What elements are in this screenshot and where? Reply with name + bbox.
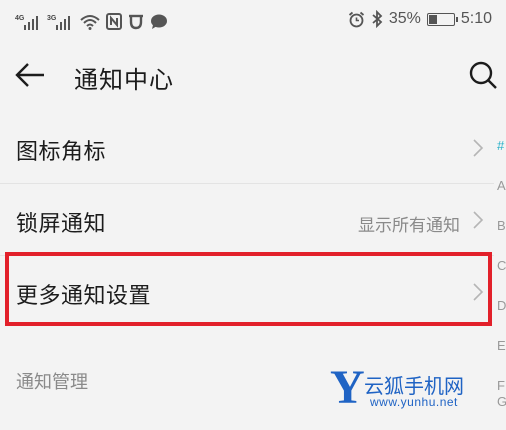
index-letter[interactable]: B	[497, 218, 506, 233]
sim2-network-tag: 3G	[47, 15, 57, 22]
highlight-box	[5, 252, 492, 326]
nfc-icon	[106, 13, 122, 30]
sim2-signal-icon: 3G	[47, 15, 74, 30]
settings-item-lockscreen-notification[interactable]: 锁屏通知 显示所有通知	[0, 184, 494, 256]
index-letter[interactable]: D	[497, 298, 506, 313]
index-letter[interactable]: A	[497, 178, 506, 193]
bluetooth-icon	[372, 10, 383, 28]
settings-item-value: 显示所有通知	[358, 216, 460, 236]
app-header: 通知中心	[0, 38, 506, 112]
chevron-right-icon	[473, 139, 484, 157]
shield-icon	[129, 14, 143, 30]
settings-item-badge[interactable]: 图标角标	[0, 112, 494, 184]
section-title: 通知管理	[16, 372, 88, 393]
sim1-signal-icon: 4G	[15, 15, 42, 30]
index-letter[interactable]: E	[497, 338, 506, 353]
alarm-icon	[348, 11, 364, 27]
back-arrow-icon[interactable]	[14, 60, 46, 90]
search-icon[interactable]	[468, 60, 498, 90]
watermark-url: www.yunhu.net	[370, 395, 458, 409]
sim1-network-tag: 4G	[15, 15, 25, 22]
wifi-icon	[80, 15, 100, 30]
page-title: 通知中心	[74, 66, 174, 94]
settings-item-label: 锁屏通知	[16, 212, 107, 237]
watermark-logo: Y 云狐手机网 www.yunhu.net	[330, 364, 506, 414]
clock: 5:10	[460, 10, 492, 27]
battery-percent: 35%	[388, 10, 421, 27]
settings-item-label: 图标角标	[16, 140, 107, 165]
battery-level-fill	[428, 14, 437, 24]
status-bar: 4G 3G 35% 5:10	[0, 0, 506, 38]
index-letter[interactable]: C	[497, 258, 506, 273]
chevron-right-icon	[473, 211, 484, 229]
watermark-letter: Y	[330, 361, 365, 414]
message-icon	[151, 14, 167, 29]
index-letter[interactable]: #	[497, 138, 504, 153]
battery-icon	[426, 12, 458, 26]
